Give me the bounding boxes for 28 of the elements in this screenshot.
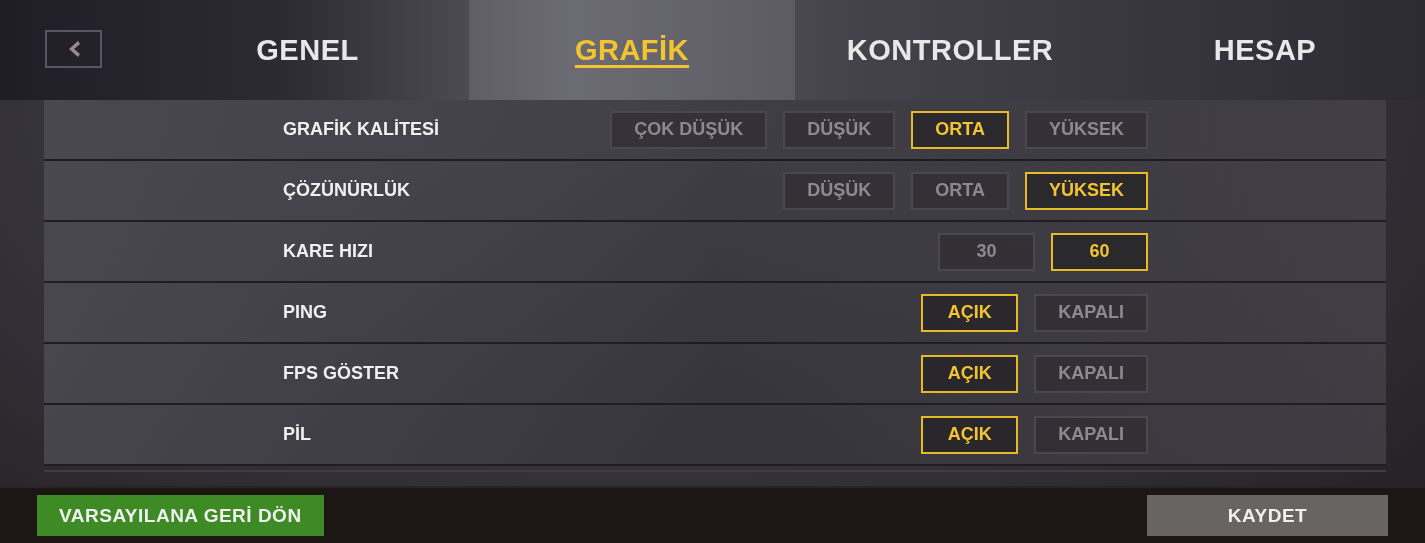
setting-label: PİL	[283, 424, 312, 445]
option-button[interactable]: AÇIK	[921, 293, 1019, 332]
option-button[interactable]: DÜŞÜK	[783, 171, 896, 210]
option-button[interactable]: 30	[938, 232, 1035, 271]
option-button[interactable]: KAPALI	[1034, 293, 1148, 332]
reset-defaults-button[interactable]: VARSAYILANA GERİ DÖN	[37, 495, 324, 536]
option-button[interactable]: DÜŞÜK	[783, 110, 896, 149]
option-button[interactable]: KAPALI	[1034, 354, 1148, 393]
tab[interactable]: KONTROLLER	[795, 0, 1105, 100]
option-button[interactable]: AÇIK	[921, 415, 1019, 454]
tab[interactable]: GENEL	[146, 0, 469, 100]
back-button[interactable]	[45, 30, 102, 68]
tab[interactable]: GRAFİK	[469, 0, 795, 100]
option-button[interactable]: YÜKSEK	[1025, 171, 1148, 210]
setting-label: PING	[283, 302, 328, 323]
option-button[interactable]: 60	[1051, 232, 1148, 271]
option-button[interactable]: ORTA	[911, 171, 1009, 210]
option-button[interactable]: AÇIK	[921, 354, 1019, 393]
tab[interactable]: HESAP	[1105, 0, 1425, 100]
option-button[interactable]: KAPALI	[1034, 415, 1148, 454]
save-button[interactable]: KAYDET	[1147, 495, 1388, 536]
option-button[interactable]: ÇOK DÜŞÜK	[610, 110, 768, 149]
setting-label: FPS GÖSTER	[283, 363, 400, 384]
option-button[interactable]: ORTA	[911, 110, 1009, 149]
option-button[interactable]: YÜKSEK	[1025, 110, 1148, 149]
setting-label: KARE HIZI	[283, 241, 374, 262]
setting-label: GRAFİK KALİTESİ	[283, 119, 440, 140]
setting-label: ÇÖZÜNÜRLÜK	[283, 180, 411, 201]
